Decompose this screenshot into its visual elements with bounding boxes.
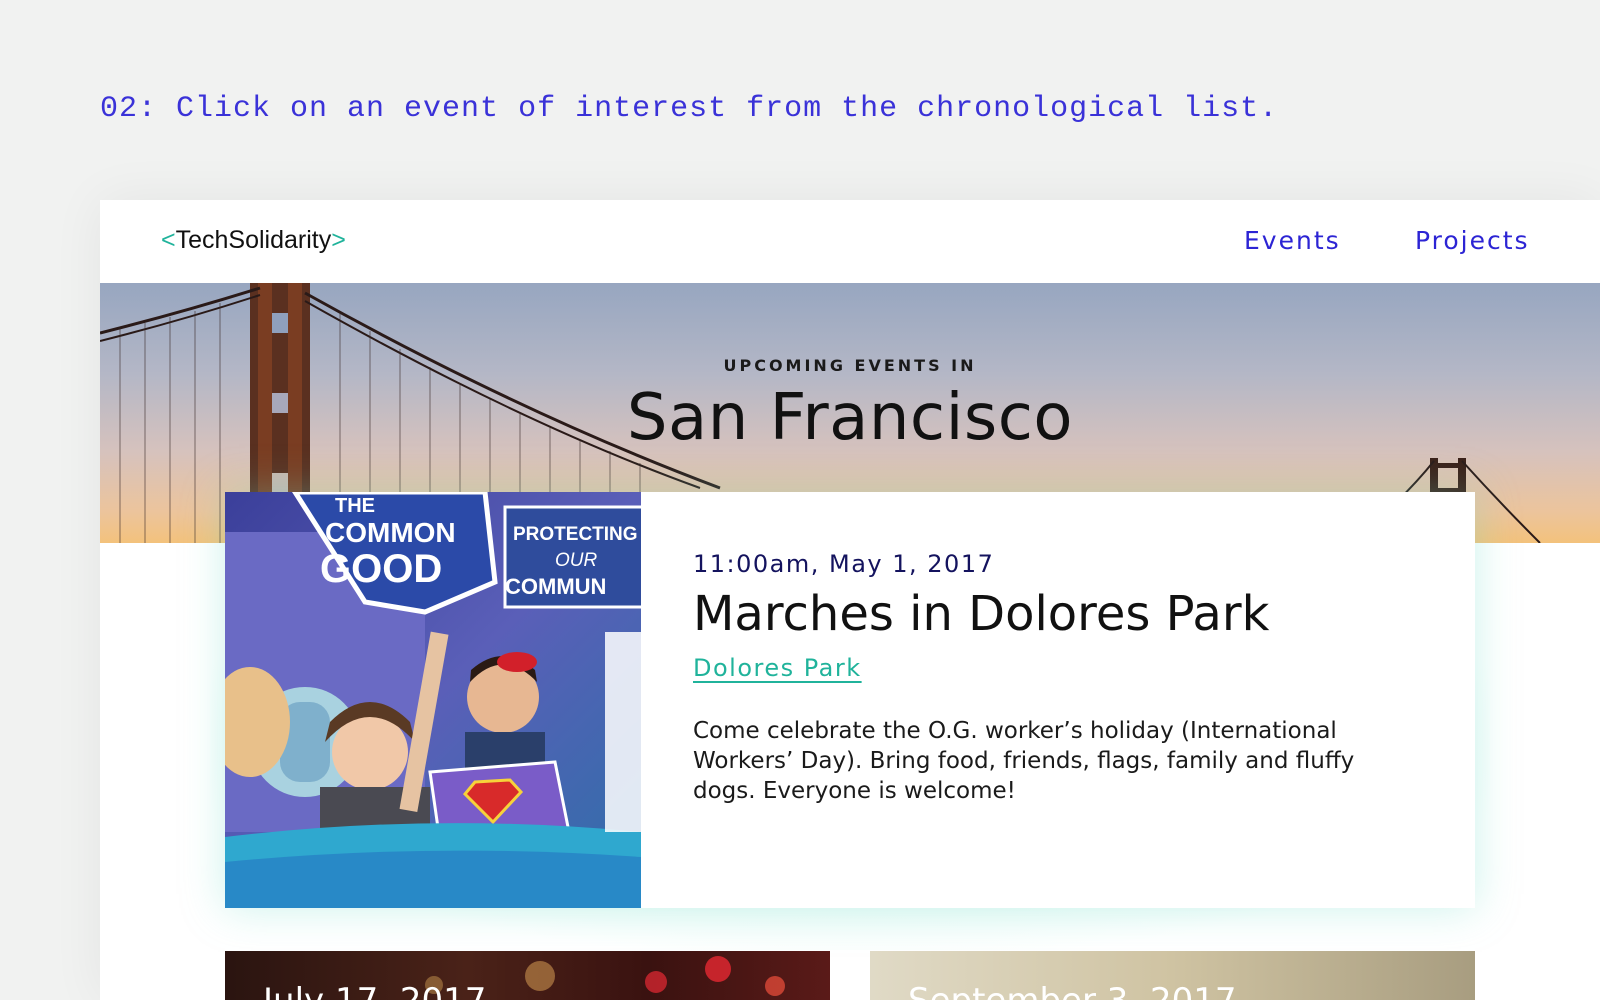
bokeh-light bbox=[765, 976, 785, 996]
sign-text: GOOD bbox=[320, 547, 442, 591]
event-card-date: July 17, 2017 bbox=[263, 981, 486, 1000]
event-description: Come celebrate the O.G. worker’s holiday… bbox=[693, 718, 1355, 804]
sign-text: THE bbox=[335, 495, 375, 517]
instruction-caption: 02: Click on an event of interest from t… bbox=[100, 92, 1279, 126]
sign-text: COMMON bbox=[325, 517, 456, 548]
site-logo[interactable]: <TechSolidarity> bbox=[161, 226, 346, 255]
logo-bracket-close: > bbox=[331, 226, 346, 254]
nav-link-projects[interactable]: Projects bbox=[1415, 226, 1530, 255]
bokeh-light bbox=[645, 971, 667, 993]
featured-event-details: 11:00am, May 1, 2017 Marches in Dolores … bbox=[693, 550, 1433, 806]
logo-text: TechSolidarity bbox=[175, 226, 332, 254]
event-location-link[interactable]: Dolores Park bbox=[693, 654, 862, 682]
hero-kicker: UPCOMING EVENTS IN bbox=[723, 356, 977, 375]
sign-text: OUR bbox=[555, 550, 598, 571]
hero-city-title: San Francisco bbox=[626, 381, 1074, 455]
event-card-date: September 3, 2017 bbox=[908, 981, 1237, 1000]
event-card[interactable]: September 3, 2017 bbox=[870, 951, 1475, 1000]
featured-event-card[interactable]: THE COMMON GOOD PROTECTING OUR COMMUN 11… bbox=[225, 492, 1475, 908]
top-navigation: <TechSolidarity> Events Projects bbox=[100, 200, 1600, 283]
browser-frame: <TechSolidarity> Events Projects UPCOMIN… bbox=[100, 200, 1600, 1000]
event-card[interactable]: July 17, 2017 bbox=[225, 951, 830, 1000]
sign-text: PROTECTING bbox=[513, 524, 638, 545]
bokeh-light bbox=[525, 961, 555, 991]
sign-text: COMMUN bbox=[505, 574, 606, 599]
event-title[interactable]: Marches in Dolores Park bbox=[693, 586, 1433, 642]
event-time: 11:00am, May 1, 2017 bbox=[693, 550, 995, 578]
nav-link-events[interactable]: Events bbox=[1244, 226, 1341, 255]
bokeh-light bbox=[705, 956, 731, 982]
protest-march-photo-icon: THE COMMON GOOD PROTECTING OUR COMMUN bbox=[225, 492, 641, 908]
logo-bracket-open: < bbox=[161, 226, 176, 254]
